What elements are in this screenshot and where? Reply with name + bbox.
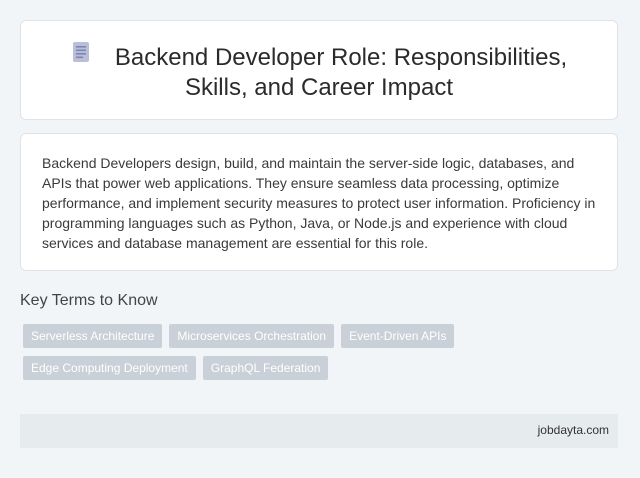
title-card: Backend Developer Role: Responsibilities… (20, 20, 618, 120)
tag-serverless-architecture[interactable]: Serverless Architecture (23, 324, 163, 348)
tag-event-driven-apis[interactable]: Event-Driven APIs (341, 324, 455, 348)
tag-graphql-federation[interactable]: GraphQL Federation (202, 356, 329, 380)
key-terms-heading: Key Terms to Know (20, 292, 158, 309)
page-title: Backend Developer Role: Responsibilities… (21, 41, 617, 102)
summary-card: Backend Developers design, build, and ma… (20, 133, 618, 271)
title-line-1: Backend Developer Role: Responsibilities… (114, 44, 568, 71)
tag-edge-computing-deployment[interactable]: Edge Computing Deployment (23, 356, 196, 380)
title-line-2: Skills, and Career Impact (184, 74, 454, 102)
tag-microservices-orchestration[interactable]: Microservices Orchestration (169, 324, 335, 348)
footer: jobdayta.com (20, 414, 618, 448)
key-terms-list: Serverless Architecture Microservices Or… (23, 324, 463, 388)
document-icon (71, 41, 91, 70)
summary-text: Backend Developers design, build, and ma… (42, 155, 596, 251)
footer-site-link[interactable]: jobdayta.com (538, 423, 609, 437)
